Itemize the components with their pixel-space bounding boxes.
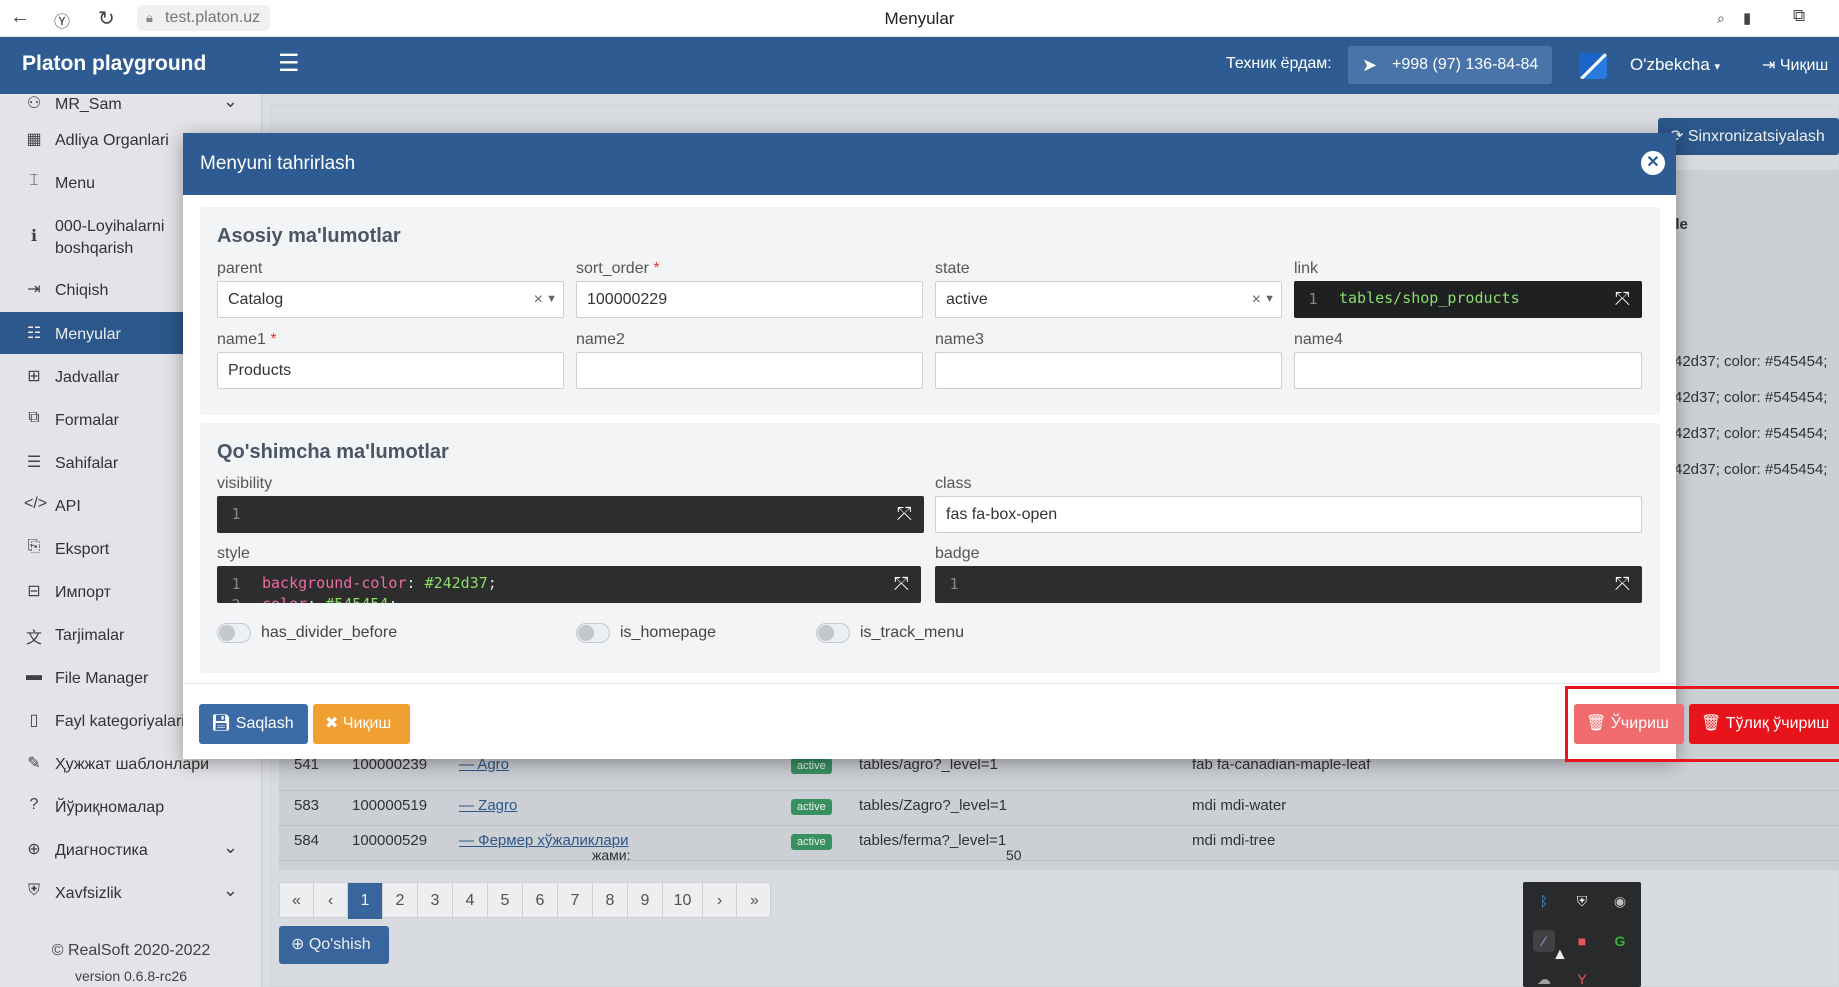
- name1-label-text: name1: [217, 331, 266, 348]
- main-info-card: Asosiy ma'lumotlar parent Catalog × ▼ so…: [200, 207, 1660, 415]
- expand-icon[interactable]: ⤧: [1615, 288, 1630, 310]
- save-label: Saqlash: [235, 715, 294, 732]
- hamburger-menu-icon[interactable]: ☰: [278, 49, 300, 78]
- bookmark-icon[interactable]: ▮: [1743, 9, 1751, 27]
- badge-label: badge: [935, 545, 980, 562]
- caret-down-icon: ▼: [1264, 293, 1275, 305]
- style-line-2: color: #545454;: [262, 595, 397, 603]
- top-navbar: Platon playground ☰ Техник ёрдам: ➤ +998…: [0, 37, 1839, 94]
- line-number: 1: [949, 575, 959, 593]
- extensions-icon[interactable]: ⧉: [1793, 6, 1805, 26]
- sort-order-label: sort_order *: [576, 260, 660, 278]
- section-title: Asosiy ma'lumotlar: [217, 225, 401, 247]
- exit-label: Чиқиш: [342, 715, 392, 732]
- caret-down-icon: ▾: [1714, 61, 1721, 73]
- phone-button[interactable]: ➤ +998 (97) 136-84-84: [1348, 46, 1553, 84]
- modal-header: Menyuni tahrirlash ✕: [183, 133, 1676, 195]
- parent-select[interactable]: Catalog × ▼: [217, 281, 564, 318]
- brand-title[interactable]: Platon playground: [22, 52, 206, 76]
- required-marker: *: [270, 331, 277, 348]
- delete-button[interactable]: 🗑︎ Ўчириш: [1574, 704, 1684, 744]
- class-input[interactable]: fas fa-box-open: [935, 496, 1642, 533]
- is-track-menu-label: is_track_menu: [860, 624, 965, 641]
- class-label: class: [935, 475, 972, 492]
- caret-down-icon: ▼: [546, 293, 557, 305]
- telegram-icon: ➤: [1362, 55, 1378, 75]
- has-divider-before-toggle[interactable]: [217, 623, 251, 643]
- browser-toolbar: ← Ⓨ ↻ 🔒︎ test.platon.uz Menyular ⌕ ▮ ⧉: [0, 0, 1839, 37]
- badge-code-editor[interactable]: 1 ⤧: [935, 566, 1642, 603]
- full-delete-button[interactable]: 🗑︎ Тўлиқ ўчириш: [1689, 704, 1839, 744]
- language-dropdown[interactable]: O'zbekcha ▾: [1630, 55, 1720, 75]
- exit-button[interactable]: ✖ Чиқиш: [313, 704, 410, 744]
- link-code-editor[interactable]: 1 tables/shop_products ⤧: [1294, 281, 1642, 318]
- css-value: #242d37: [424, 574, 488, 592]
- phone-number: +998 (97) 136-84-84: [1392, 56, 1539, 73]
- is-homepage-label: is_homepage: [620, 624, 717, 641]
- logout-icon: ⇥: [1762, 57, 1776, 74]
- delete-label: Ўчириш: [1610, 715, 1669, 732]
- state-label: state: [935, 260, 970, 277]
- tab-title: Menyular: [884, 9, 955, 28]
- name2-input[interactable]: [576, 352, 923, 389]
- save-icon: 💾︎: [211, 715, 232, 732]
- expand-icon[interactable]: ⤧: [894, 573, 909, 595]
- parent-value: Catalog: [228, 291, 284, 308]
- modal-footer-divider: [183, 683, 1676, 684]
- language-flag-icon[interactable]: [1579, 53, 1607, 79]
- section-title: Qo'shimcha ma'lumotlar: [217, 441, 449, 463]
- full-delete-label: Тўлиқ ўчириш: [1725, 715, 1830, 732]
- class-value: fas fa-box-open: [946, 506, 1058, 523]
- required-marker: *: [653, 260, 660, 277]
- clear-icon[interactable]: ×: [534, 282, 543, 317]
- name1-label: name1 *: [217, 331, 277, 349]
- sort-order-input[interactable]: 100000229: [576, 281, 923, 318]
- state-select[interactable]: active × ▼: [935, 281, 1282, 318]
- tech-support-label: Техник ёрдам:: [1226, 55, 1332, 72]
- clear-icon[interactable]: ×: [1252, 282, 1261, 317]
- close-icon[interactable]: ✕: [1641, 151, 1665, 175]
- trash-icon: 🗑︎: [1701, 715, 1722, 732]
- line-number: 1: [1308, 290, 1318, 308]
- name1-value: Products: [228, 362, 292, 379]
- save-button[interactable]: 💾︎ Saqlash: [199, 704, 308, 744]
- sort-order-value: 100000229: [587, 291, 668, 308]
- name1-input[interactable]: Products: [217, 352, 564, 389]
- style-code-editor[interactable]: 1 background-color: #242d37; 2 color: #5…: [217, 566, 921, 603]
- is-track-menu-toggle[interactable]: [816, 623, 850, 643]
- is-homepage-toggle[interactable]: [576, 623, 610, 643]
- visibility-code-editor[interactable]: 1 ⤧: [217, 496, 924, 533]
- name4-label: name4: [1294, 331, 1343, 348]
- css-property: background-color: [262, 574, 407, 592]
- name3-input[interactable]: [935, 352, 1282, 389]
- has-divider-before-label: has_divider_before: [261, 624, 398, 641]
- extra-info-card: Qo'shimcha ma'lumotlar visibility 1 ⤧ cl…: [200, 423, 1660, 673]
- line-number: 1: [231, 505, 241, 523]
- name2-label: name2: [576, 331, 625, 348]
- language-label: O'zbekcha: [1630, 55, 1710, 74]
- close-x-icon: ✖: [325, 715, 339, 732]
- expand-icon[interactable]: ⤧: [897, 503, 912, 525]
- link-label: link: [1294, 260, 1319, 277]
- modal-title: Menyuni tahrirlash: [200, 153, 356, 174]
- css-property: color: [262, 595, 307, 603]
- sort-order-label-text: sort_order: [576, 260, 649, 277]
- css-value: #545454: [325, 595, 388, 603]
- trash-icon: 🗑︎: [1586, 715, 1607, 732]
- expand-icon[interactable]: ⤧: [1615, 573, 1630, 595]
- state-value: active: [946, 291, 988, 308]
- line-number: 1: [231, 575, 241, 593]
- visibility-label: visibility: [217, 475, 273, 492]
- link-value: tables/shop_products: [1339, 289, 1520, 307]
- style-label: style: [217, 545, 250, 562]
- style-line-1: background-color: #242d37;: [262, 574, 497, 592]
- name3-label: name3: [935, 331, 984, 348]
- zoom-icon[interactable]: ⌕: [1717, 10, 1725, 27]
- edit-menu-modal: Menyuni tahrirlash ✕ Asosiy ma'lumotlar …: [183, 133, 1839, 762]
- name4-input[interactable]: [1294, 352, 1642, 389]
- logout-label: Чиқиш: [1779, 57, 1829, 74]
- logout-button[interactable]: ⇥ Чиқиш: [1762, 55, 1828, 75]
- parent-label: parent: [217, 260, 263, 277]
- line-number: 2: [217, 596, 255, 603]
